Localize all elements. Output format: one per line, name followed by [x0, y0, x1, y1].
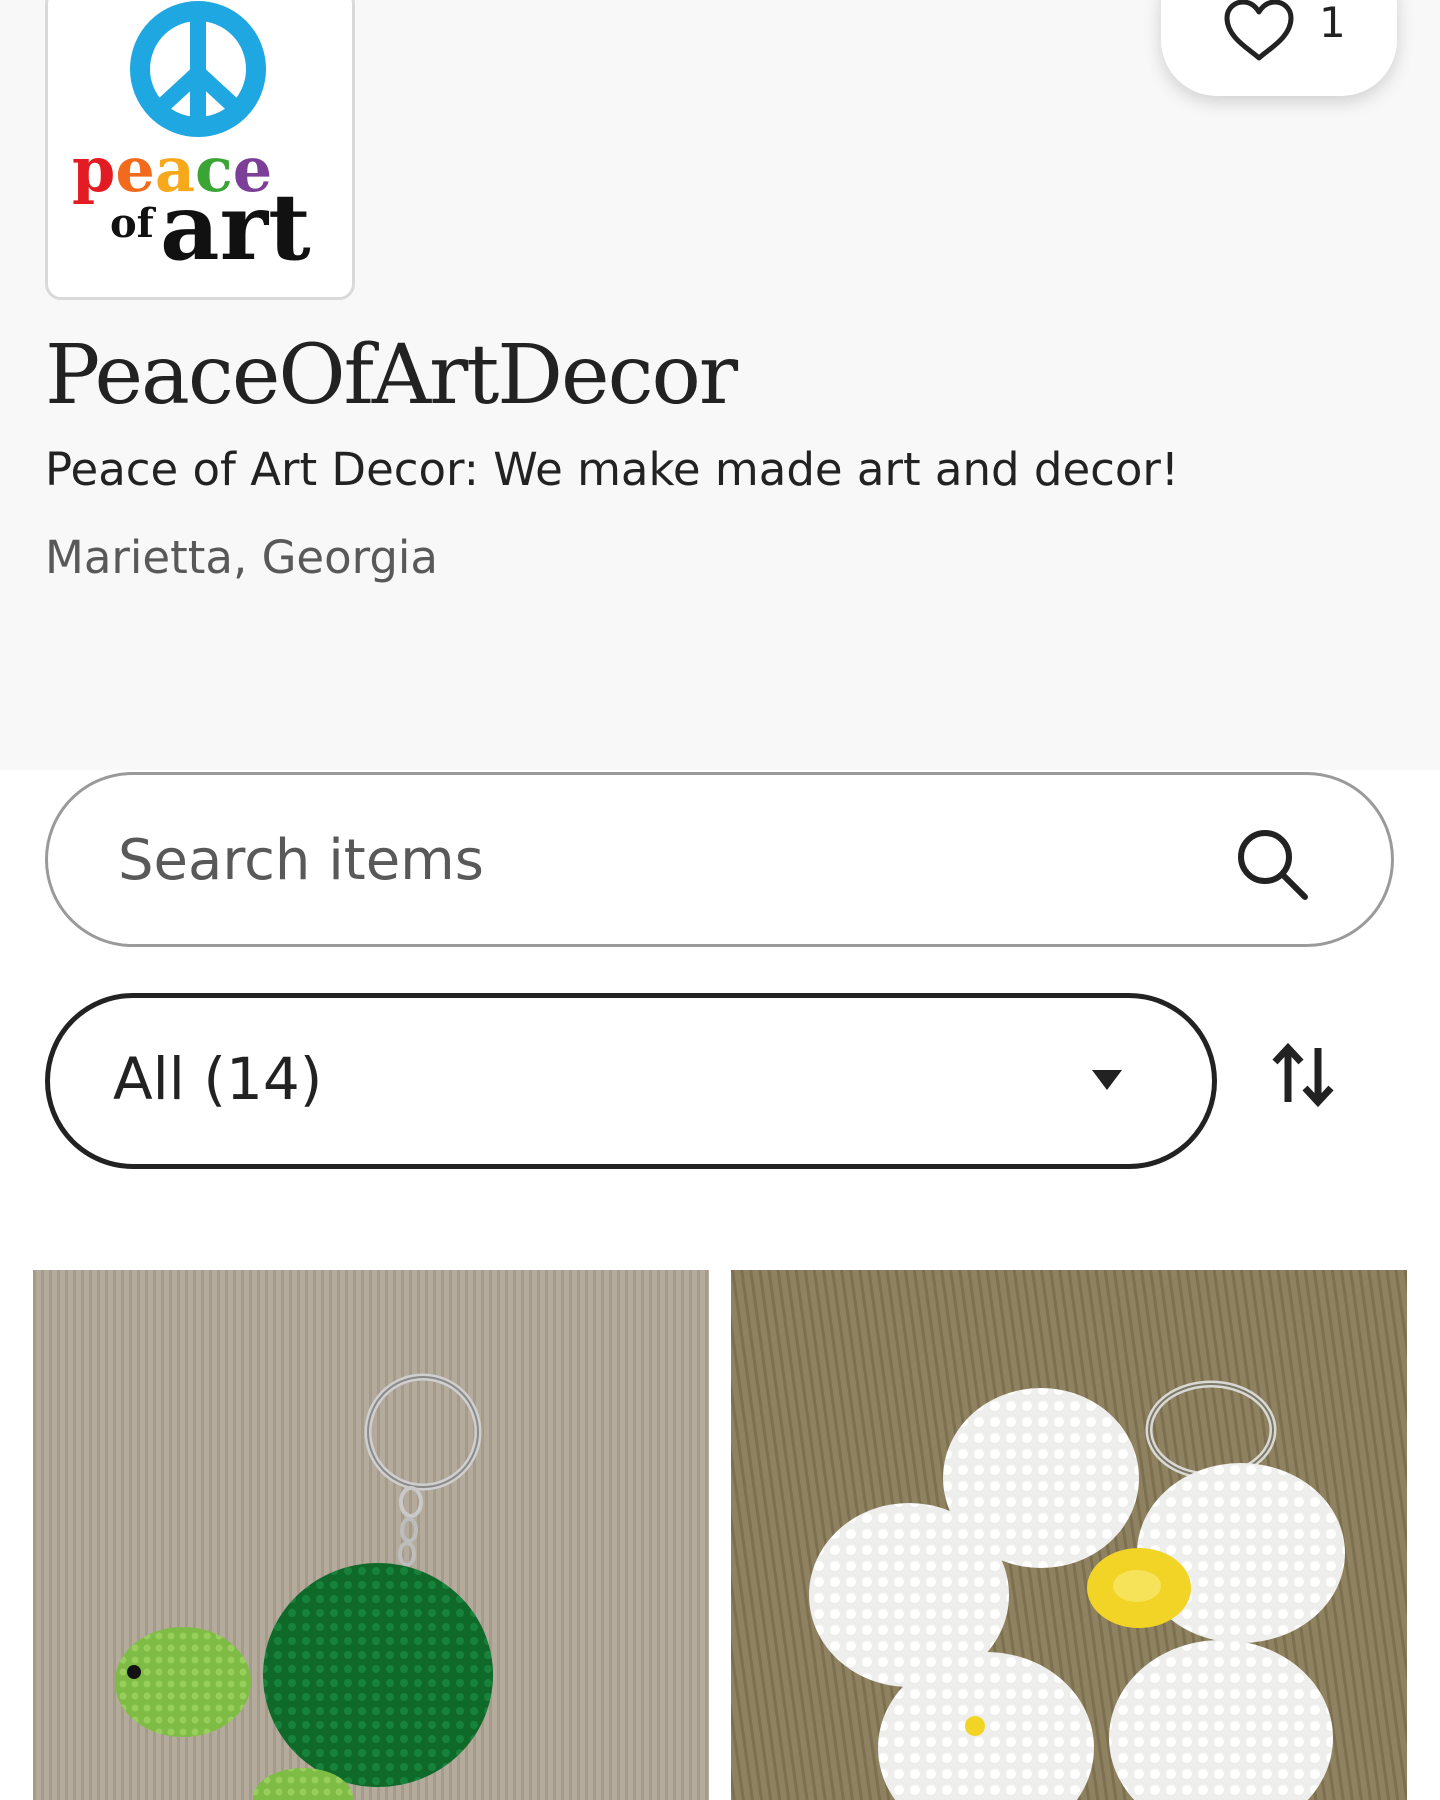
- heart-icon: [1224, 0, 1294, 61]
- shop-name: PeaceOfArtDecor: [45, 328, 738, 423]
- shop-page: peace of art 1 PeaceOfArtDecor Peace of …: [0, 0, 1440, 1800]
- search-icon[interactable]: [1233, 825, 1313, 905]
- logo-text-of: of: [110, 200, 157, 247]
- shop-logo[interactable]: peace of art: [45, 0, 355, 300]
- listing-card[interactable]: [731, 1270, 1407, 1800]
- listing-image-flower-keychain: [731, 1270, 1407, 1800]
- peace-of-art-logo: peace of art: [72, 1, 311, 281]
- section-filter-dropdown[interactable]: All (14): [45, 993, 1217, 1169]
- search-input[interactable]: [118, 815, 1218, 905]
- caret-down-icon: [1092, 1070, 1122, 1090]
- logo-text-art: art: [160, 173, 311, 281]
- shop-tagline: Peace of Art Decor: We make made art and…: [45, 443, 1179, 496]
- shop-location: Marietta, Georgia: [45, 531, 439, 584]
- filter-selected-label: All (14): [113, 1045, 323, 1113]
- listing-image-turtle-keychain: [33, 1270, 709, 1800]
- shop-header: peace of art 1 PeaceOfArtDecor Peace of …: [0, 0, 1440, 770]
- search-bar[interactable]: [45, 772, 1394, 947]
- listing-card[interactable]: [33, 1270, 709, 1800]
- peace-sign-icon: [130, 1, 266, 137]
- favorite-shop-button[interactable]: 1: [1161, 0, 1397, 96]
- favorites-count: 1: [1319, 0, 1346, 47]
- sort-arrows-icon[interactable]: [1270, 1042, 1336, 1108]
